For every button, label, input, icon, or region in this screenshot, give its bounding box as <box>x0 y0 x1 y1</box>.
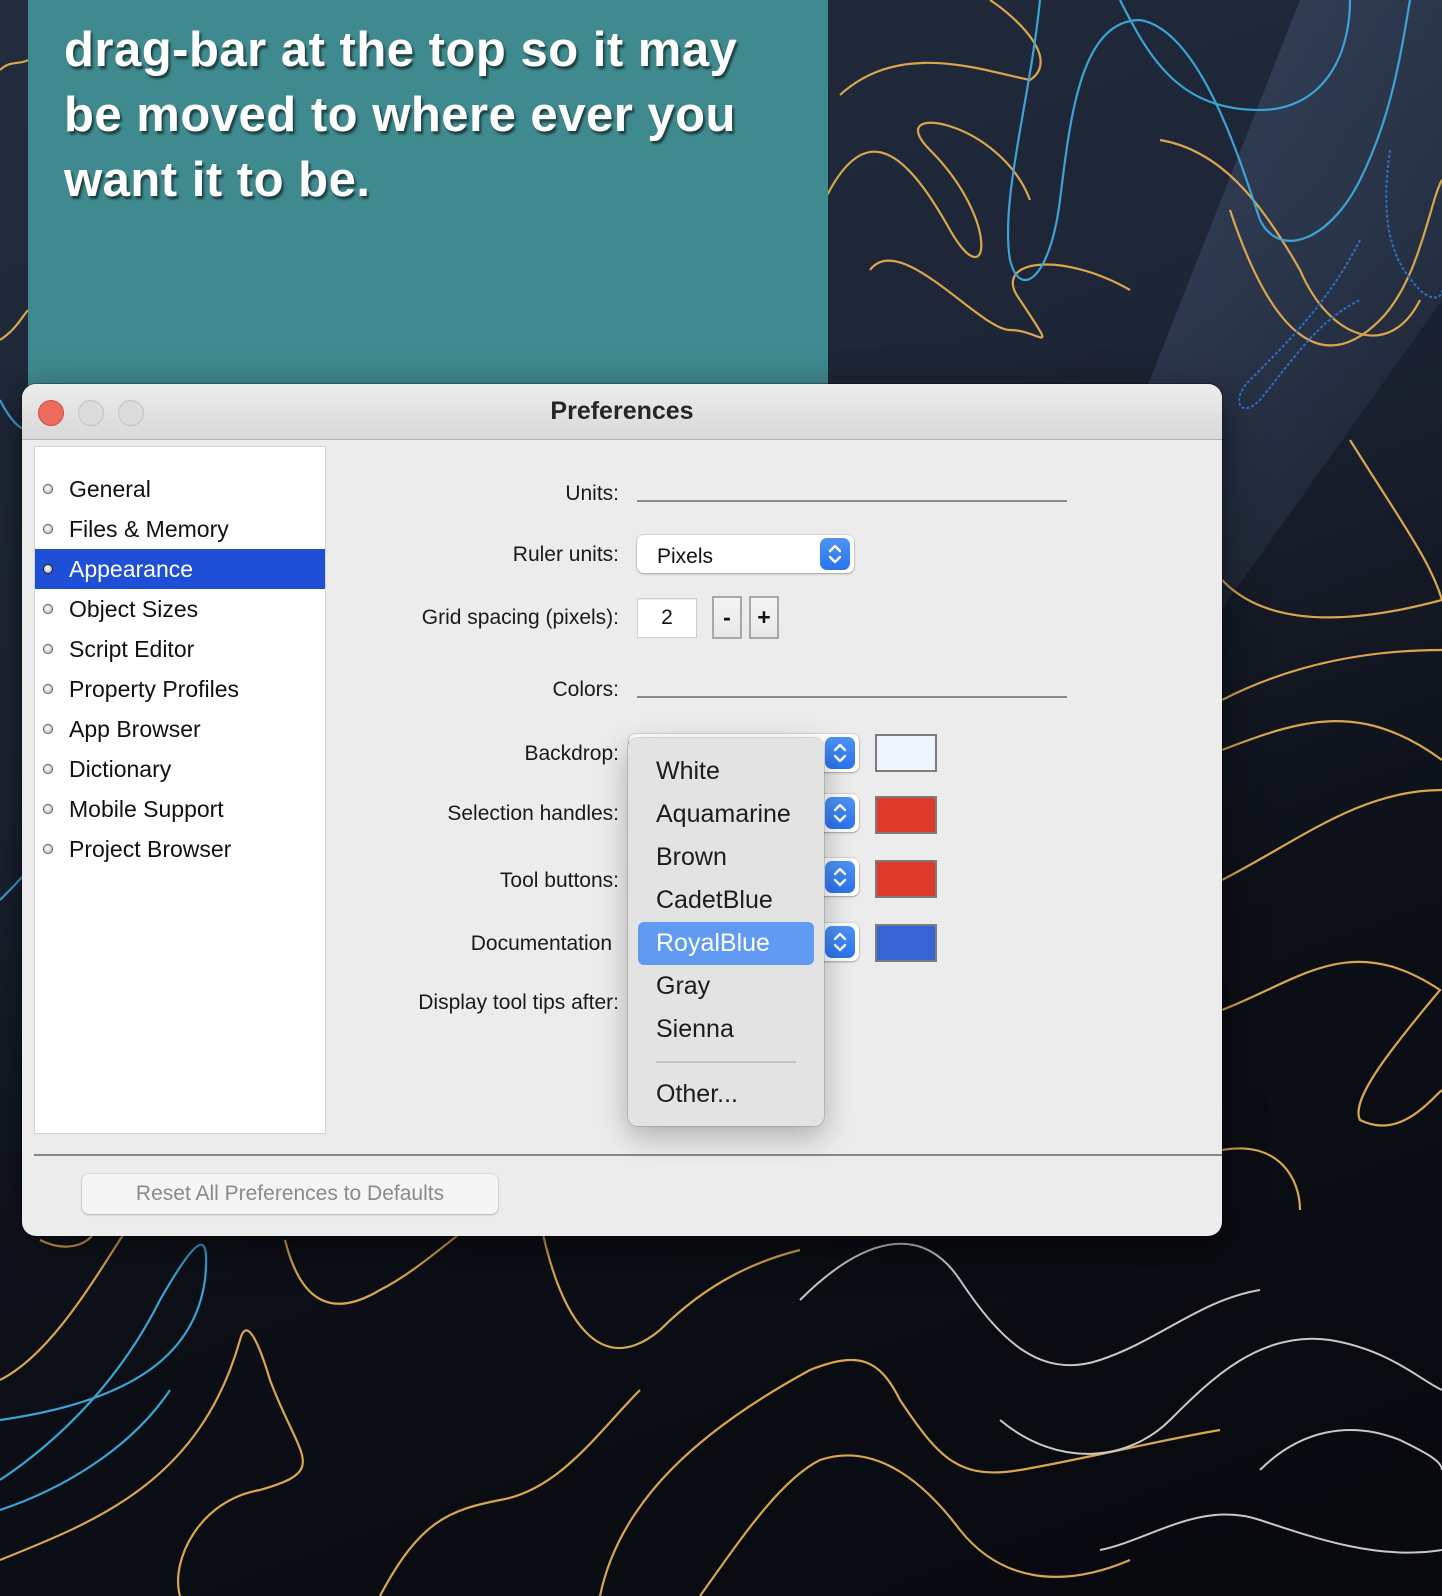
sidebar-item-appearance[interactable]: Appearance <box>35 549 325 589</box>
preferences-window: Preferences General Files & Memory Appea… <box>22 384 1222 1236</box>
note-line: drag-bar at the top so it may <box>64 23 738 77</box>
grid-spacing-label: Grid spacing (pixels): <box>421 606 619 629</box>
units-separator <box>637 500 1067 502</box>
menu-item-aquamarine[interactable]: Aquamarine <box>638 793 814 836</box>
preferences-sidebar: General Files & Memory Appearance Object… <box>34 446 326 1134</box>
sidebar-item-script-editor[interactable]: Script Editor <box>35 629 325 669</box>
bullet-icon <box>43 524 53 534</box>
selection-handles-color-swatch[interactable] <box>875 796 937 834</box>
sidebar-list: General Files & Memory Appearance Object… <box>35 469 325 869</box>
colors-separator <box>637 696 1067 698</box>
sidebar-item-label: Appearance <box>69 555 194 582</box>
sidebar-item-app-browser[interactable]: App Browser <box>35 709 325 749</box>
menu-item-sienna[interactable]: Sienna <box>638 1008 814 1051</box>
units-label: Units: <box>565 482 619 505</box>
sidebar-item-label: Object Sizes <box>69 595 199 622</box>
bullet-icon <box>43 764 53 774</box>
ruler-units-value: Pixels <box>657 545 714 568</box>
updown-arrows-icon <box>825 797 855 829</box>
note-line: be moved to where ever you <box>64 88 736 142</box>
colors-label: Colors: <box>552 678 619 701</box>
note-window: drag-bar at the top so it may be moved t… <box>28 0 828 390</box>
updown-arrows-icon <box>825 737 855 769</box>
footer-separator <box>34 1154 1222 1156</box>
ruler-units-label: Ruler units: <box>512 543 619 566</box>
sidebar-item-dictionary[interactable]: Dictionary <box>35 749 325 789</box>
sidebar-item-label: App Browser <box>69 715 201 742</box>
documentation-label: Documentation <box>470 932 612 955</box>
bullet-icon <box>43 604 53 614</box>
sidebar-item-label: Dictionary <box>69 755 172 782</box>
sidebar-item-label: Files & Memory <box>69 515 229 542</box>
title-bar[interactable]: Preferences <box>22 384 1222 440</box>
bullet-icon <box>43 644 53 654</box>
menu-item-cadetblue[interactable]: CadetBlue <box>638 879 814 922</box>
sidebar-item-label: Property Profiles <box>69 675 240 702</box>
grid-spacing-input[interactable]: 2 <box>637 598 697 638</box>
note-text: drag-bar at the top so it may be moved t… <box>64 18 804 213</box>
grid-decrement-button[interactable]: - <box>712 596 742 639</box>
bullet-icon <box>43 844 53 854</box>
tooltips-delay-label: Display tool tips after: <box>418 991 619 1014</box>
sidebar-item-files-memory[interactable]: Files & Memory <box>35 509 325 549</box>
sidebar-item-general[interactable]: General <box>35 469 325 509</box>
sidebar-item-label: Mobile Support <box>69 795 224 822</box>
documentation-color-swatch[interactable] <box>875 924 937 962</box>
backdrop-label: Backdrop: <box>524 742 619 765</box>
bullet-icon <box>43 684 53 694</box>
sidebar-item-property-profiles[interactable]: Property Profiles <box>35 669 325 709</box>
sidebar-item-project-browser[interactable]: Project Browser <box>35 829 325 869</box>
menu-item-other[interactable]: Other... <box>638 1073 814 1116</box>
tool-buttons-color-swatch[interactable] <box>875 860 937 898</box>
sidebar-item-object-sizes[interactable]: Object Sizes <box>35 589 325 629</box>
selection-handles-label: Selection handles: <box>447 802 619 825</box>
menu-item-white[interactable]: White <box>638 750 814 793</box>
bullet-icon <box>43 484 53 494</box>
note-line: want it to be. <box>64 153 371 207</box>
window-title: Preferences <box>550 397 694 425</box>
reset-preferences-button[interactable]: Reset All Preferences to Defaults <box>82 1174 498 1214</box>
ruler-units-select[interactable]: Pixels <box>637 535 854 573</box>
grid-increment-button[interactable]: + <box>749 596 779 639</box>
bullet-icon <box>43 724 53 734</box>
menu-item-gray[interactable]: Gray <box>638 965 814 1008</box>
menu-item-royalblue[interactable]: RoyalBlue <box>638 922 814 965</box>
updown-arrows-icon <box>825 926 855 958</box>
sidebar-item-label: General <box>69 475 151 502</box>
sidebar-item-mobile-support[interactable]: Mobile Support <box>35 789 325 829</box>
menu-item-brown[interactable]: Brown <box>638 836 814 879</box>
sidebar-item-label: Project Browser <box>69 835 232 862</box>
bullet-icon <box>43 564 53 574</box>
sidebar-item-label: Script Editor <box>69 635 195 662</box>
backdrop-color-swatch[interactable] <box>875 734 937 772</box>
tool-buttons-label: Tool buttons: <box>499 869 619 892</box>
updown-arrows-icon <box>820 538 850 570</box>
bullet-icon <box>43 804 53 814</box>
color-dropdown-menu: White Aquamarine Brown CadetBlue RoyalBl… <box>628 738 824 1126</box>
menu-separator <box>656 1061 796 1063</box>
updown-arrows-icon <box>825 861 855 893</box>
